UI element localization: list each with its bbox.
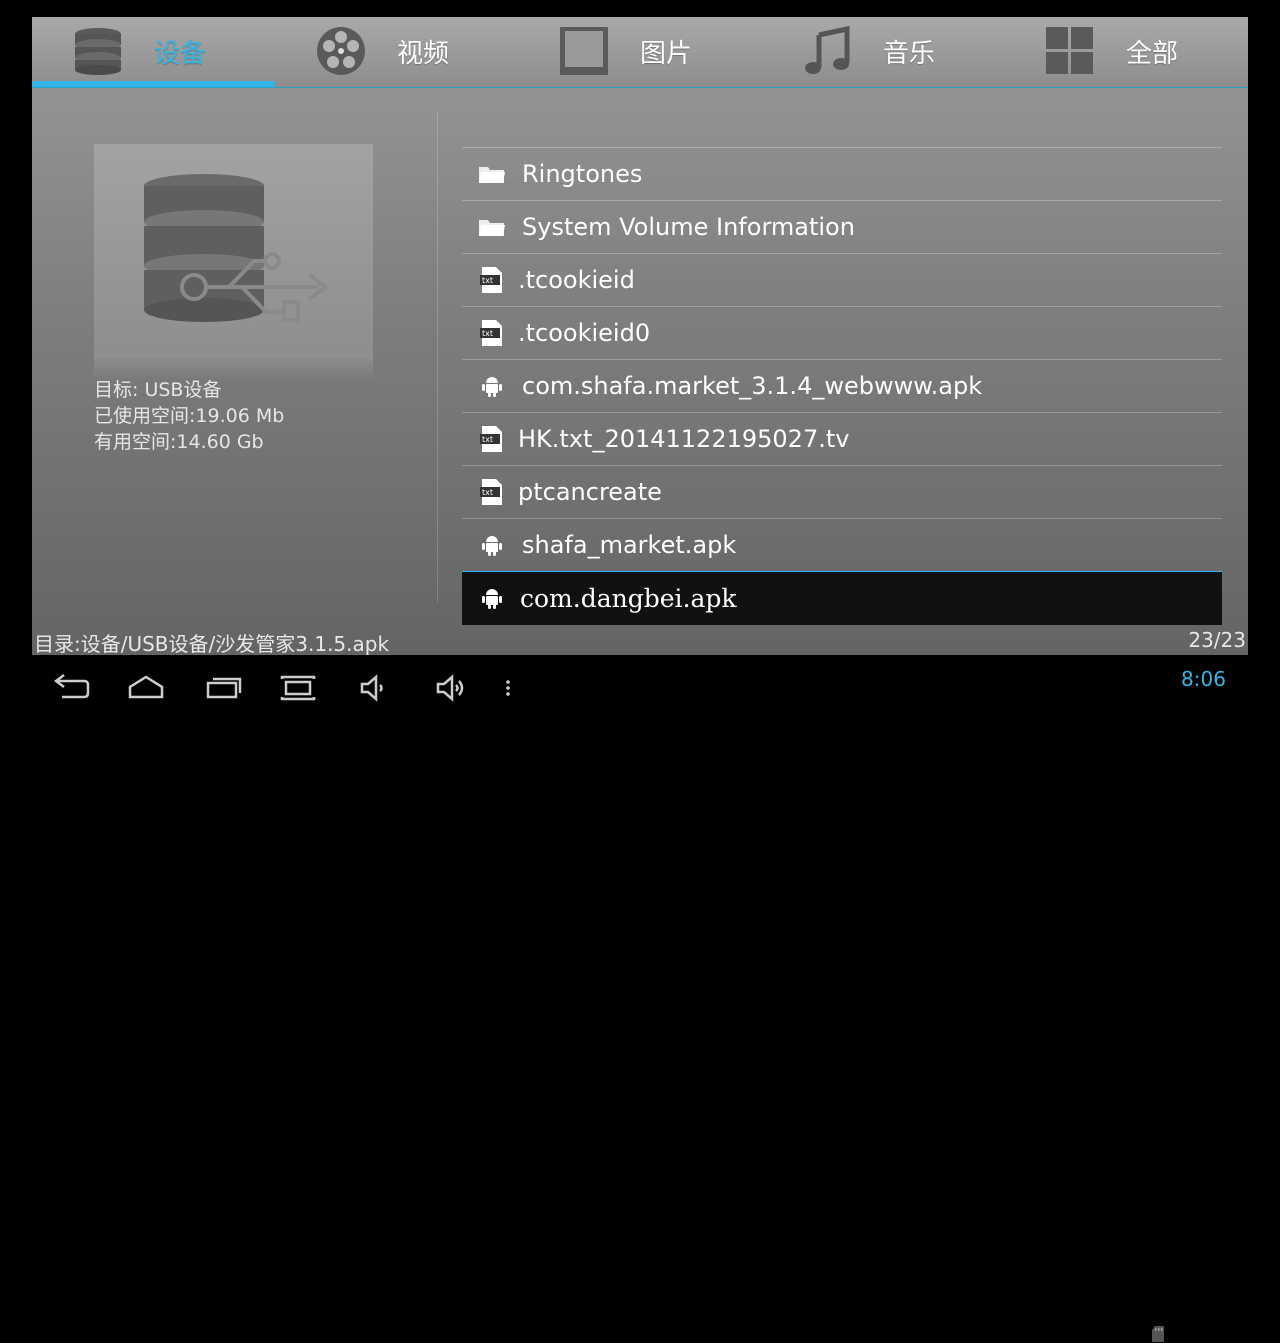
sd-card-icon xyxy=(1152,1326,1164,1342)
folder-icon xyxy=(479,220,505,236)
file-name: System Volume Information xyxy=(522,213,855,241)
svg-text:txt: txt xyxy=(482,329,493,338)
usb-storage-thumbnail xyxy=(94,144,373,354)
device-info: 目标: USB设备 已使用空间:19.06 Mb 有用空间:14.60 Gb xyxy=(94,377,284,455)
file-name: Ringtones xyxy=(522,160,643,188)
android-icon xyxy=(482,377,502,397)
tab-all[interactable]: 全部 xyxy=(1004,17,1247,87)
tab-label: 图片 xyxy=(640,39,693,69)
tab-bar: 设备 视频 图片 音乐 全部 xyxy=(32,17,1248,88)
file-manager-window: 设备 视频 图片 音乐 全部 目标: USB设备 已使用空间:19.06 Mb … xyxy=(32,17,1248,655)
home-icon[interactable] xyxy=(122,665,170,711)
screenshot-icon[interactable] xyxy=(274,665,322,711)
tab-label: 视频 xyxy=(397,39,450,69)
file-row-apk-selected[interactable]: com.dangbei.apk xyxy=(462,571,1222,625)
svg-text:txt: txt xyxy=(482,488,493,497)
svg-text:txt: txt xyxy=(482,276,493,285)
file-row-txt[interactable]: txt .tcookieid0 xyxy=(462,306,1222,359)
file-name: .tcookieid0 xyxy=(518,319,651,347)
text-file-icon: txt xyxy=(480,267,502,293)
free-space-label: 有用空间:14.60 Gb xyxy=(94,431,264,453)
tab-label: 音乐 xyxy=(883,39,936,69)
android-icon xyxy=(482,589,502,609)
tab-picture[interactable]: 图片 xyxy=(518,17,761,87)
database-icon xyxy=(75,28,121,75)
file-row-apk[interactable]: com.shafa.market_3.1.4_webwww.apk xyxy=(462,359,1222,412)
tab-device[interactable]: 设备 xyxy=(32,17,275,87)
back-icon[interactable] xyxy=(46,665,94,711)
file-name: shafa_market.apk xyxy=(522,531,737,559)
file-row-txt[interactable]: txt .tcookieid xyxy=(462,253,1222,306)
file-name: HK.txt_20141122195027.tv xyxy=(518,425,850,453)
text-file-icon: txt xyxy=(480,320,502,346)
menu-overflow-icon[interactable] xyxy=(484,665,532,711)
svg-text:txt: txt xyxy=(482,435,493,444)
volume-down-icon[interactable] xyxy=(350,665,398,711)
file-list: Ringtones System Volume Information txt … xyxy=(462,147,1222,625)
file-name: com.dangbei.apk xyxy=(520,584,737,613)
used-space-label: 已使用空间:19.06 Mb xyxy=(94,405,285,427)
file-row-txt[interactable]: txt HK.txt_20141122195027.tv xyxy=(462,412,1222,465)
folder-icon xyxy=(479,167,505,183)
file-row-apk[interactable]: shafa_market.apk xyxy=(462,518,1222,571)
android-icon xyxy=(482,536,502,556)
picture-frame-icon xyxy=(560,27,608,75)
system-nav-bar xyxy=(0,655,1280,1342)
text-file-icon: txt xyxy=(480,479,502,505)
recent-apps-icon[interactable] xyxy=(200,665,248,711)
file-row-folder[interactable]: Ringtones xyxy=(462,147,1222,200)
file-row-txt[interactable]: txt ptcancreate xyxy=(462,465,1222,518)
film-reel-icon xyxy=(317,27,365,75)
tab-video[interactable]: 视频 xyxy=(275,17,518,87)
target-label: 目标: USB设备 xyxy=(94,379,222,401)
tab-label: 设备 xyxy=(154,39,207,69)
file-name: ptcancreate xyxy=(518,478,662,506)
file-row-folder[interactable]: System Volume Information xyxy=(462,200,1222,253)
panel-divider xyxy=(437,112,438,602)
file-name: .tcookieid xyxy=(518,266,635,294)
volume-up-icon[interactable] xyxy=(426,665,474,711)
usb-database-icon xyxy=(144,174,330,322)
active-tab-indicator xyxy=(32,81,275,87)
system-clock: 8:06 xyxy=(1181,667,1226,691)
grid-icon xyxy=(1046,27,1093,74)
file-name: com.shafa.market_3.1.4_webwww.apk xyxy=(522,372,983,400)
item-counter: 23/23 xyxy=(1188,628,1246,652)
music-note-icon xyxy=(805,25,850,74)
tab-music[interactable]: 音乐 xyxy=(761,17,1004,87)
tab-label: 全部 xyxy=(1126,39,1179,69)
text-file-icon: txt xyxy=(480,426,502,452)
current-path: 目录:设备/USB设备/沙发管家3.1.5.apk xyxy=(34,632,390,655)
